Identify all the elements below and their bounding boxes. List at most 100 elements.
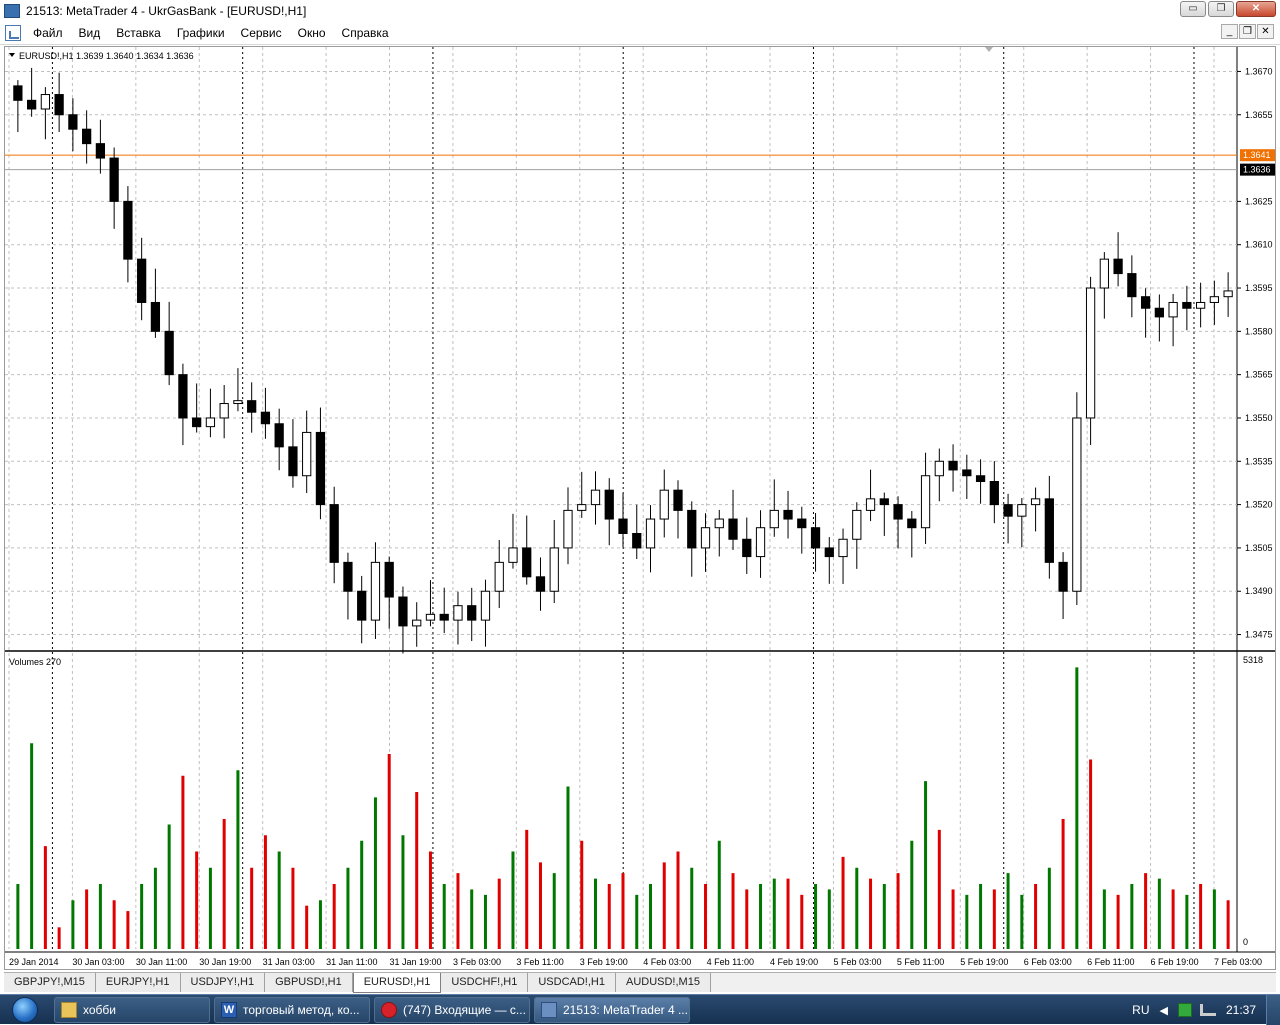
price-chart[interactable]: 1.3670 1.3655 1.3625 1.3610 1.3595 1.3580 1.35… (5, 47, 1276, 970)
price-tick-label: 1.3565 (1245, 370, 1273, 380)
bear-candle (384, 561, 394, 598)
bear-candle (329, 504, 339, 563)
chart-close-button[interactable]: ✕ (1257, 24, 1274, 39)
price-tick-label: 1.3670 (1245, 66, 1273, 76)
bear-candle (975, 475, 986, 483)
time-tick-label: 31 Jan 03:00 (263, 957, 315, 967)
taskbar-item-word[interactable]: W торговый метод, ко... (214, 996, 370, 1023)
bear-candle (95, 143, 106, 159)
tab-eurjpy[interactable]: EURJPY!,H1 (95, 973, 181, 992)
bull-candle (40, 94, 51, 110)
taskbar-item-label: торговый метод, ко... (243, 1002, 360, 1017)
show-desktop-button[interactable] (1266, 995, 1280, 1025)
tab-audusd[interactable]: AUDUSD!,M15 (615, 973, 711, 992)
bear-candle (893, 504, 903, 520)
ask-price-label: 1.3641 (1243, 150, 1271, 160)
price-tick-label: 1.3655 (1245, 110, 1273, 120)
time-tick-label: 7 Feb 03:00 (1214, 957, 1262, 967)
tab-eurusd[interactable]: EURUSD!,H1 (352, 973, 442, 993)
bear-candle (948, 460, 958, 471)
bull-candle (494, 561, 504, 592)
taskbar: хобби W торговый метод, ко... (747) Вход… (0, 994, 1280, 1025)
language-indicator[interactable]: RU (1132, 1003, 1149, 1017)
price-tick-label: 1.3535 (1245, 456, 1273, 466)
bear-candle (343, 561, 353, 592)
menu-view[interactable]: Вид (71, 26, 109, 40)
minimize-button[interactable]: ▭ (1180, 1, 1206, 17)
bull-candle (577, 504, 587, 511)
bear-candle (783, 509, 793, 520)
taskbar-item-metatrader[interactable]: 21513: MetaTrader 4 ... (534, 996, 690, 1023)
bull-candle (1223, 290, 1233, 298)
price-tick-label: 1.3475 (1245, 630, 1273, 640)
clock[interactable]: 21:37 (1226, 1003, 1256, 1017)
bear-candle (1127, 273, 1137, 298)
chart-window[interactable]: 1.3670 1.3655 1.3625 1.3610 1.3595 1.3580 1.35… (4, 46, 1276, 970)
time-tick-label: 3 Feb 11:00 (516, 957, 563, 967)
title-bar[interactable]: 21513: MetaTrader 4 - UkrGasBank - [EURU… (0, 0, 1280, 21)
menu-file[interactable]: Файл (25, 26, 71, 40)
menu-charts[interactable]: Графики (169, 26, 233, 40)
bull-candle (563, 509, 573, 549)
bear-candle (1044, 498, 1054, 563)
bear-candle (68, 114, 78, 130)
chart-symbol-info: EURUSD!,H1 1.3639 1.3640 1.3634 1.3636 (19, 51, 194, 61)
menu-insert[interactable]: Вставка (108, 26, 169, 40)
taskbar-item-opera[interactable]: (747) Входящие — с... (374, 996, 530, 1023)
menu-tools[interactable]: Сервис (233, 26, 290, 40)
taskbar-item-folder[interactable]: хобби (54, 996, 210, 1023)
bull-candle (1030, 498, 1041, 506)
bear-candle (1182, 301, 1192, 309)
start-button[interactable] (0, 995, 50, 1025)
bear-candle (109, 157, 119, 202)
bull-candle (1072, 417, 1082, 592)
price-tick-label: 1.3520 (1245, 500, 1273, 510)
close-button[interactable]: ✕ (1236, 1, 1276, 17)
show-hidden-icons-icon[interactable]: ◀ (1160, 1004, 1168, 1017)
time-tick-label: 4 Feb 19:00 (770, 957, 818, 967)
update-icon[interactable] (1177, 1003, 1192, 1017)
time-tick-label: 3 Feb 03:00 (453, 957, 501, 967)
bear-candle (164, 330, 174, 376)
time-tick-label: 4 Feb 03:00 (643, 957, 691, 967)
time-tick-label: 5 Feb 11:00 (897, 957, 944, 967)
bear-candle (123, 200, 133, 260)
bear-candle (439, 613, 449, 621)
time-tick-label: 30 Jan 03:00 (72, 957, 124, 967)
metatrader-icon (541, 1001, 557, 1018)
bear-candle (247, 400, 257, 413)
bull-candle (852, 509, 862, 540)
chart-window-icon[interactable] (5, 25, 21, 41)
tab-usdjpy[interactable]: USDJPY!,H1 (180, 973, 266, 992)
menu-window[interactable]: Окно (290, 26, 334, 40)
bear-candle (13, 85, 23, 101)
bear-candle (315, 431, 326, 506)
bear-candle (618, 518, 628, 534)
bull-candle (1099, 258, 1109, 289)
taskbar-item-label: хобби (83, 1002, 116, 1017)
windows-logo-icon (12, 996, 38, 1023)
tab-usdchf[interactable]: USDCHF!,H1 (441, 973, 529, 992)
bid-price-label: 1.3636 (1243, 165, 1271, 175)
bear-candle (673, 489, 683, 511)
tab-gbpusd[interactable]: GBPUSD!,H1 (265, 973, 353, 992)
bull-candle (1017, 504, 1027, 517)
menu-help[interactable]: Справка (334, 26, 397, 40)
network-signal-icon[interactable] (1199, 1004, 1216, 1016)
restore-button[interactable]: ❐ (1208, 1, 1234, 17)
bear-candle (398, 596, 408, 627)
bull-candle (590, 489, 601, 506)
tab-gbpjpy[interactable]: GBPJPY!,M15 (4, 973, 96, 992)
chart-minimize-button[interactable]: _ (1221, 24, 1238, 39)
bear-candle (632, 532, 642, 549)
taskbar-item-label: 21513: MetaTrader 4 ... (563, 1002, 688, 1017)
bear-candle (82, 128, 92, 145)
volume-tick-label: 0 (1243, 937, 1248, 947)
opera-icon (381, 1001, 397, 1018)
bear-candle (27, 99, 37, 110)
bear-candle (535, 576, 546, 592)
tab-usdcad[interactable]: USDCAD!,H1 (528, 973, 616, 992)
bear-candle (1058, 561, 1068, 592)
bear-candle (962, 469, 972, 477)
chart-restore-button[interactable]: ❐ (1239, 24, 1256, 39)
